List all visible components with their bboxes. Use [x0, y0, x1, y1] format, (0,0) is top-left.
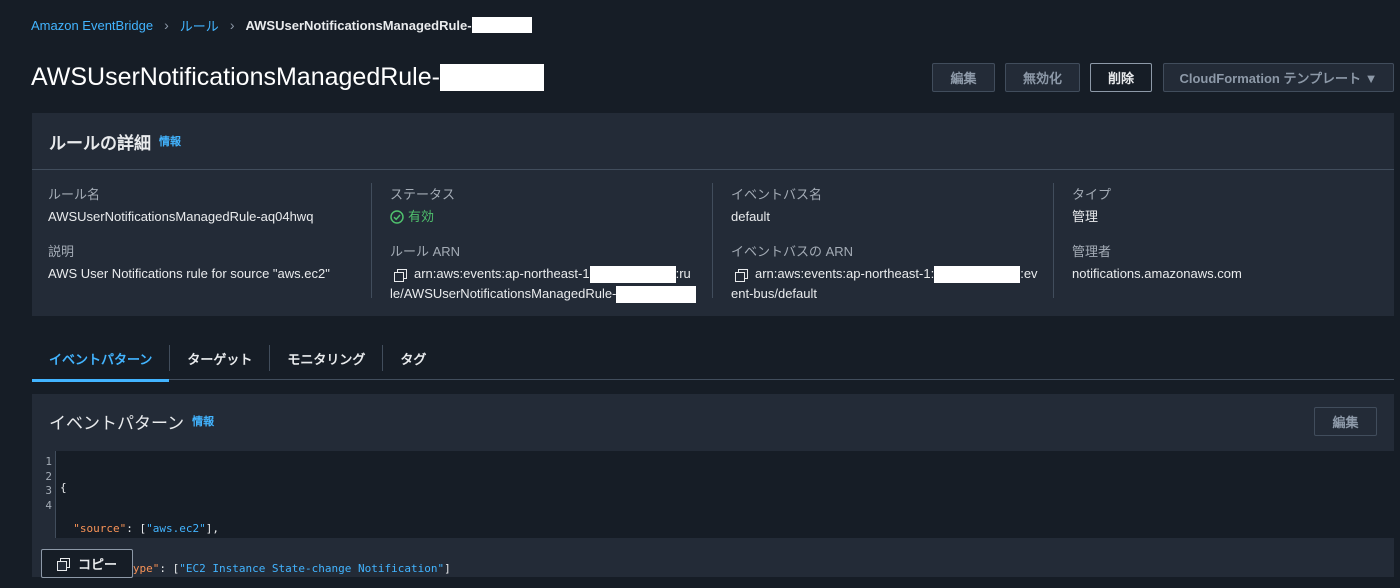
- copy-icon[interactable]: [735, 268, 748, 282]
- rule-details-header: ルールの詳細 情報: [32, 113, 1394, 170]
- description-label: 説明: [48, 244, 75, 259]
- tab-tags[interactable]: タグ: [383, 336, 443, 380]
- column-divider: [371, 183, 372, 298]
- type-value: 管理: [1072, 209, 1099, 224]
- status-value: 有効: [390, 207, 700, 227]
- code-content: { "source": ["aws.ec2"], "detail-type": …: [60, 481, 451, 575]
- status-label: ステータス: [390, 187, 456, 202]
- copy-icon: [56, 557, 70, 571]
- details-column-4: タイプ 管理 管理者 notifications.amazonaws.com: [1072, 184, 1372, 284]
- redaction-block: [589, 266, 676, 284]
- event-bus-label: イベントバス名: [731, 187, 823, 202]
- json-value-source: "aws.ec2": [146, 521, 206, 535]
- chevron-right-icon: ›: [229, 17, 235, 33]
- code-editor[interactable]: 1 2 3 4 { "source": ["aws.ec2"], "detail…: [32, 451, 1394, 575]
- breadcrumb-eventbridge[interactable]: Amazon EventBridge: [31, 18, 153, 33]
- redaction-block: [934, 266, 1021, 284]
- tab-targets[interactable]: ターゲット: [170, 336, 269, 380]
- edit-button[interactable]: 編集: [932, 63, 995, 92]
- event-pattern-panel: イベントパターン 情報 編集 1 2 3 4 { "source": ["aws…: [32, 394, 1394, 578]
- tab-event-pattern[interactable]: イベントパターン: [32, 336, 170, 382]
- delete-button[interactable]: 削除: [1090, 63, 1152, 92]
- event-bus-value: default: [731, 209, 771, 224]
- redaction-block: [471, 17, 532, 33]
- line-number-gutter: 1 2 3 4: [32, 451, 56, 538]
- column-divider: [712, 183, 713, 298]
- redaction-block: [439, 63, 544, 91]
- description-value: AWS User Notifications rule for source "…: [48, 266, 330, 281]
- disable-button[interactable]: 無効化: [1005, 63, 1080, 92]
- breadcrumb: Amazon EventBridge › ルール › AWSUserNotifi…: [31, 15, 532, 35]
- rule-name-label: ルール名: [48, 187, 101, 202]
- cloudformation-template-dropdown[interactable]: CloudFormation テンプレート ▼: [1163, 63, 1394, 92]
- details-column-2: ステータス 有効 ルール ARN arn:aws:events:ap-north…: [390, 184, 700, 304]
- pattern-edit-button[interactable]: 編集: [1314, 407, 1377, 436]
- breadcrumb-rules[interactable]: ルール: [180, 16, 219, 35]
- copy-icon[interactable]: [394, 268, 407, 282]
- breadcrumb-current: AWSUserNotificationsManagedRule-: [245, 17, 532, 33]
- details-column-1: ルール名 AWSUserNotificationsManagedRule-aq0…: [48, 184, 368, 284]
- managed-by-value: notifications.amazonaws.com: [1072, 266, 1242, 281]
- details-column-3: イベントバス名 default イベントバスの ARN arn:aws:even…: [731, 184, 1041, 304]
- info-link[interactable]: 情報: [159, 133, 181, 149]
- rule-details-title: ルールの詳細: [49, 133, 151, 153]
- type-label: タイプ: [1072, 187, 1112, 202]
- chevron-right-icon: ›: [164, 17, 169, 33]
- event-pattern-header: イベントパターン 情報 編集: [32, 394, 1394, 448]
- event-bus-arn-value: arn:aws:events:ap-northeast-1::ev ent-bu…: [731, 266, 1038, 301]
- info-link[interactable]: 情報: [192, 413, 214, 429]
- tab-bar: イベントパターン ターゲット モニタリング タグ: [32, 336, 1394, 382]
- event-bus-arn-label: イベントバスの ARN: [731, 244, 854, 259]
- json-value-detail-type: "EC2 Instance State-change Notification": [179, 562, 445, 575]
- page-title: AWSUserNotificationsManagedRule-: [31, 61, 544, 93]
- column-divider: [1053, 183, 1054, 298]
- redaction-block: [616, 286, 697, 304]
- rule-arn-label: ルール ARN: [390, 244, 461, 259]
- rule-name-value: AWSUserNotificationsManagedRule-aq04hwq: [48, 209, 314, 224]
- tab-monitoring[interactable]: モニタリング: [270, 336, 382, 380]
- copy-button[interactable]: コピー: [41, 549, 133, 578]
- managed-by-label: 管理者: [1072, 244, 1112, 259]
- rule-details-panel: ルールの詳細 情報 ルール名 AWSUserNotificationsManag…: [32, 113, 1394, 316]
- check-circle-icon: [390, 210, 404, 224]
- rule-arn-value: arn:aws:events:ap-northeast-1:ru le/AWSU…: [390, 264, 700, 304]
- event-pattern-title: イベントパターン: [49, 413, 185, 433]
- json-key-source: "source": [73, 521, 127, 535]
